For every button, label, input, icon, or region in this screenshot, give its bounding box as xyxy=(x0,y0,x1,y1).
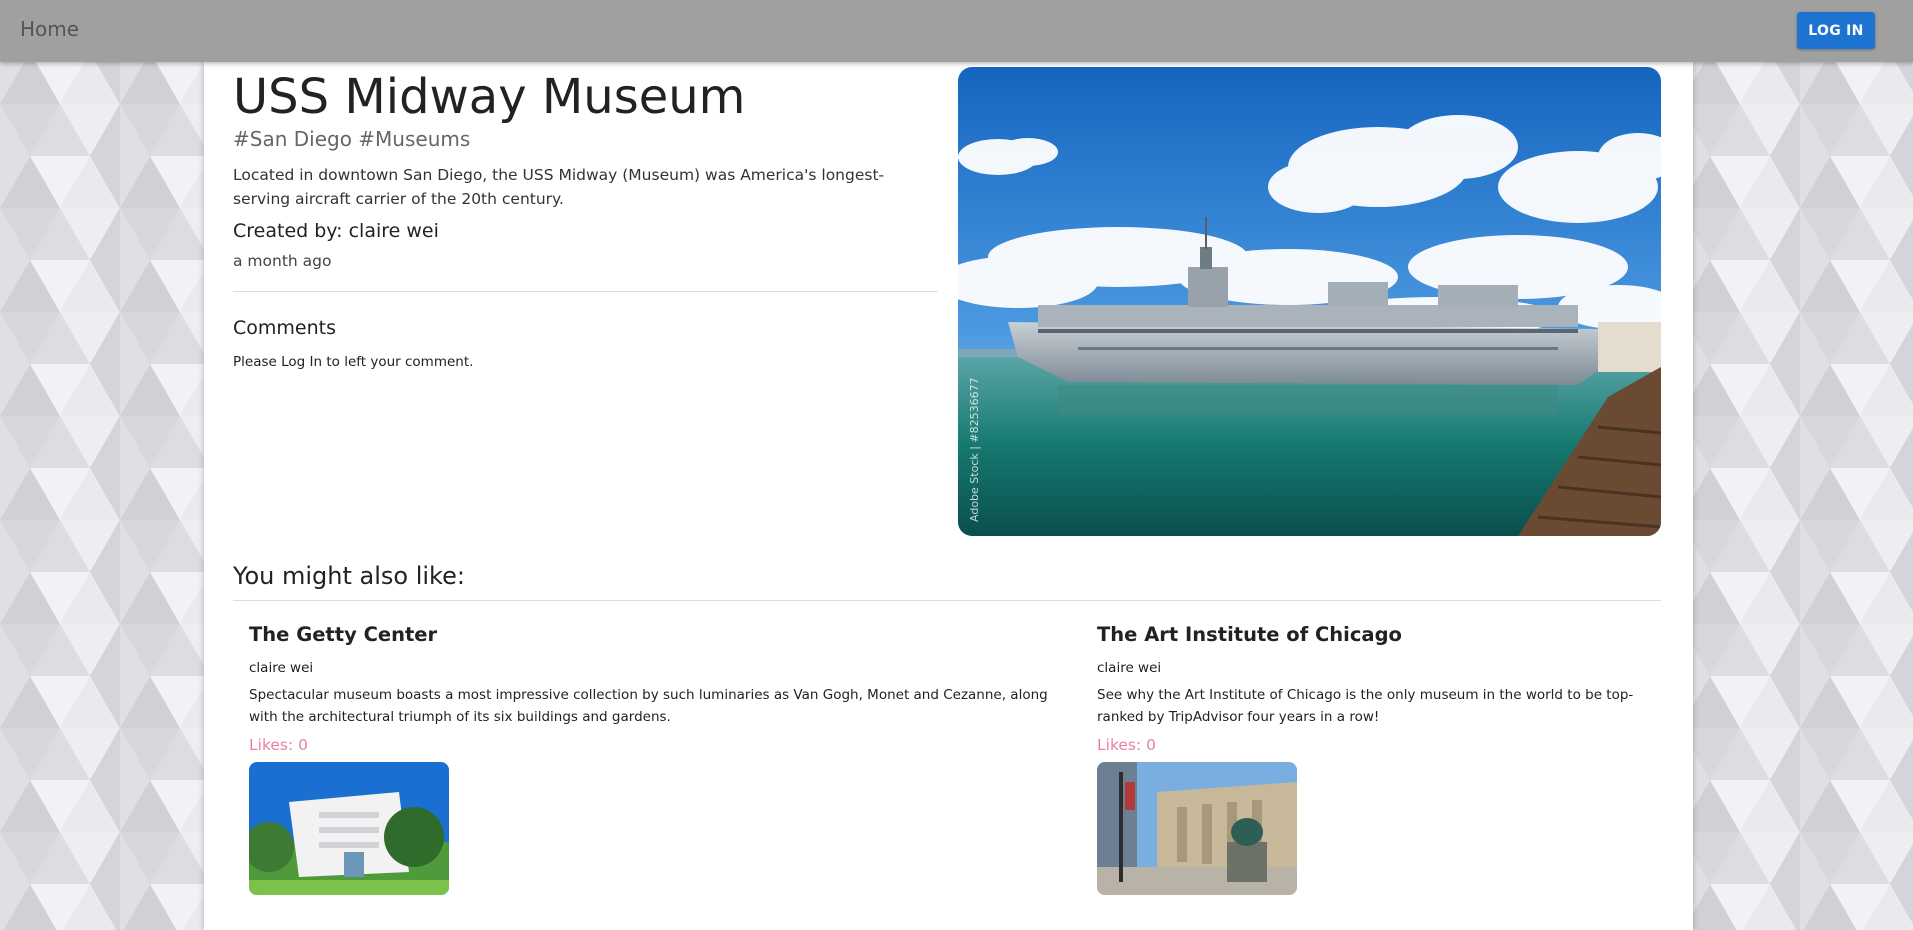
post-tags: #San Diego #Museums xyxy=(233,127,471,151)
comment-note-suffix: to left your comment. xyxy=(322,354,474,370)
recommendations-divider xyxy=(233,600,1661,601)
top-navbar: Home LOG IN xyxy=(0,0,1913,62)
recommendation-description: See why the Art Institute of Chicago is … xyxy=(1097,687,1634,725)
post-author: Created by: claire wei xyxy=(233,220,439,242)
main-content: USS Midway Museum #San Diego #Museums Lo… xyxy=(204,62,1693,930)
recommendation-title[interactable]: The Getty Center xyxy=(249,622,1079,648)
recommendation-likes: Likes: 0 xyxy=(249,736,308,754)
recommendation-title[interactable]: The Art Institute of Chicago xyxy=(1097,622,1657,648)
recommendation-author: claire wei xyxy=(249,660,314,676)
recommendation-thumbnail[interactable] xyxy=(249,762,449,895)
post-description: Located in downtown San Diego, the USS M… xyxy=(233,166,885,208)
home-link[interactable]: Home xyxy=(20,17,79,41)
recommendation-likes: Likes: 0 xyxy=(1097,736,1156,754)
recommendation-description: Spectacular museum boasts a most impress… xyxy=(249,687,1048,725)
comment-login-note: Please Log In to left your comment. xyxy=(233,354,473,370)
comments-heading: Comments xyxy=(233,317,336,339)
post-image: Adobe Stock | #82536677 xyxy=(958,67,1661,536)
post-timestamp: a month ago xyxy=(233,252,332,270)
comment-login-link[interactable]: Log In xyxy=(281,354,322,370)
section-divider xyxy=(233,291,938,292)
login-button[interactable]: LOG IN xyxy=(1797,12,1875,49)
post-title: USS Midway Museum xyxy=(233,69,746,125)
recommendation-author: claire wei xyxy=(1097,660,1162,676)
comment-note-prefix: Please xyxy=(233,354,282,370)
recommendations-heading: You might also like: xyxy=(233,562,465,590)
recommendation-card: The Art Institute of Chicago claire wei … xyxy=(1097,622,1657,895)
recommendation-thumbnail[interactable] xyxy=(1097,762,1297,895)
recommendation-card: The Getty Center claire wei Spectacular … xyxy=(249,622,1079,895)
image-watermark: Adobe Stock | #82536677 xyxy=(968,377,981,522)
